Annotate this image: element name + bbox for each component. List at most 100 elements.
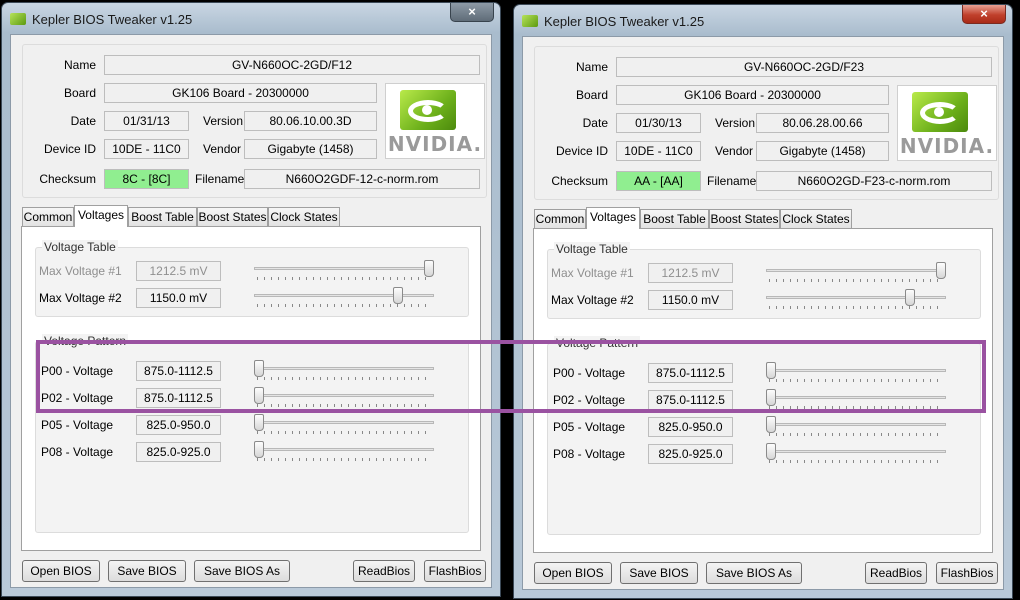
device-id-field: 10DE - 11C0 (104, 139, 189, 159)
voltage-pattern-title: Voltage Pattern (554, 336, 641, 350)
open-bios-button[interactable]: Open BIOS (534, 562, 612, 584)
save-bios-button[interactable]: Save BIOS (620, 562, 698, 584)
board-label: Board (63, 86, 96, 100)
p08-voltage-field[interactable]: 825.0-925.0 (136, 442, 221, 462)
p00-voltage-field[interactable]: 875.0-1112.5 (648, 363, 733, 383)
tab-boost-table[interactable]: Boost Table (640, 209, 709, 228)
checksum-field: 8C - [8C] (104, 169, 189, 189)
slider-thumb[interactable] (766, 443, 776, 460)
tab-boost-states[interactable]: Boost States (197, 207, 268, 226)
p05-voltage-field[interactable]: 825.0-950.0 (136, 415, 221, 435)
p05-voltage-field[interactable]: 825.0-950.0 (648, 417, 733, 437)
nvidia-eye-icon (912, 92, 968, 132)
slider-thumb[interactable] (766, 389, 776, 406)
filename-label: Filename (195, 172, 245, 186)
slider-thumb[interactable] (424, 260, 434, 277)
vendor-label: Vendor (715, 144, 754, 158)
version-label: Version (203, 114, 244, 128)
device-id-label: Device ID (555, 144, 608, 158)
tab-clock-states[interactable]: Clock States (780, 209, 852, 228)
max-voltage-2-label: Max Voltage #2 (39, 291, 122, 305)
max-voltage-1-label: Max Voltage #1 (551, 266, 634, 280)
slider-thumb[interactable] (393, 287, 404, 304)
p05-voltage-slider[interactable] (254, 414, 434, 438)
p05-voltage-slider[interactable] (766, 416, 946, 440)
open-bios-button[interactable]: Open BIOS (22, 560, 100, 582)
p00-voltage-slider[interactable] (766, 362, 946, 386)
p08-voltage-slider[interactable] (254, 441, 434, 465)
slider-thumb[interactable] (905, 289, 916, 306)
voltage-table-group: Voltage Table Max Voltage #1 1212.5 mV M… (35, 240, 469, 317)
window-client: Name GV-N660OC-2GD/F23 Board GK106 Board… (522, 36, 1004, 590)
max-voltage-1-slider[interactable] (766, 262, 946, 286)
max-voltage-1-slider[interactable] (254, 260, 434, 284)
flash-bios-button[interactable]: FlashBios (424, 560, 486, 582)
tab-boost-table[interactable]: Boost Table (128, 207, 197, 226)
read-bios-button[interactable]: ReadBios (865, 562, 927, 584)
filename-field: N660O2GDF-12-c-norm.rom (244, 169, 480, 189)
p02-voltage-label: P02 - Voltage (41, 391, 114, 405)
max-voltage-2-slider[interactable] (254, 287, 434, 311)
max-voltage-2-slider[interactable] (766, 289, 946, 313)
p00-voltage-slider[interactable] (254, 360, 434, 384)
nvidia-logo-text: NVIDIA. (899, 134, 995, 158)
flash-bios-button[interactable]: FlashBios (936, 562, 998, 584)
slider-thumb[interactable] (254, 387, 264, 404)
slider-thumb[interactable] (766, 416, 776, 433)
close-button[interactable]: × (962, 5, 1006, 24)
voltages-panel: Voltage Table Max Voltage #1 1212.5 mV M… (533, 228, 993, 553)
board-field: GK106 Board - 20300000 (616, 85, 889, 105)
p08-voltage-label: P08 - Voltage (41, 445, 114, 459)
slider-thumb[interactable] (254, 414, 264, 431)
tab-clock-states[interactable]: Clock States (268, 207, 340, 226)
date-field: 01/31/13 (104, 111, 189, 131)
tab-common[interactable]: Common (22, 207, 74, 226)
voltage-table-title: Voltage Table (554, 242, 630, 256)
filename-label: Filename (707, 174, 757, 188)
max-voltage-2-field[interactable]: 1150.0 mV (648, 290, 733, 310)
p00-voltage-field[interactable]: 875.0-1112.5 (136, 361, 221, 381)
p08-voltage-label: P08 - Voltage (553, 447, 626, 461)
slider-thumb[interactable] (254, 441, 264, 458)
bios-info-group: Name GV-N660OC-2GD/F23 Board GK106 Board… (534, 46, 999, 200)
p05-voltage-label: P05 - Voltage (553, 420, 626, 434)
title-bar[interactable]: Kepler BIOS Tweaker v1.25 × (514, 5, 1012, 37)
max-voltage-2-label: Max Voltage #2 (551, 293, 634, 307)
p02-voltage-field[interactable]: 875.0-1112.5 (648, 390, 733, 410)
slider-thumb[interactable] (254, 360, 264, 377)
checksum-label: Checksum (39, 172, 96, 186)
save-bios-button[interactable]: Save BIOS (108, 560, 186, 582)
read-bios-button[interactable]: ReadBios (353, 560, 415, 582)
tab-voltages[interactable]: Voltages (74, 205, 128, 227)
p02-voltage-field[interactable]: 875.0-1112.5 (136, 388, 221, 408)
slider-thumb[interactable] (766, 362, 776, 379)
max-voltage-1-field: 1212.5 mV (136, 261, 221, 281)
window-left: Kepler BIOS Tweaker v1.25 × Name GV-N660… (1, 2, 501, 597)
save-bios-as-button[interactable]: Save BIOS As (706, 562, 802, 584)
max-voltage-1-label: Max Voltage #1 (39, 264, 122, 278)
filename-field: N660O2GD-F23-c-norm.rom (756, 171, 992, 191)
date-label: Date (582, 116, 608, 130)
name-field: GV-N660OC-2GD/F12 (104, 55, 480, 75)
nvidia-logo-text: NVIDIA. (387, 132, 483, 156)
voltage-pattern-group: Voltage Pattern P00 - Voltage 875.0-1112… (547, 336, 981, 535)
date-label: Date (70, 114, 96, 128)
version-field: 80.06.28.00.66 (756, 113, 889, 133)
tab-boost-states[interactable]: Boost States (709, 209, 780, 228)
p08-voltage-slider[interactable] (766, 443, 946, 467)
max-voltage-2-field[interactable]: 1150.0 mV (136, 288, 221, 308)
checksum-field: AA - [AA] (616, 171, 701, 191)
tab-common[interactable]: Common (534, 209, 586, 228)
p02-voltage-slider[interactable] (766, 389, 946, 413)
p02-voltage-slider[interactable] (254, 387, 434, 411)
p08-voltage-field[interactable]: 825.0-925.0 (648, 444, 733, 464)
title-bar[interactable]: Kepler BIOS Tweaker v1.25 × (2, 3, 500, 35)
voltage-pattern-group: Voltage Pattern P00 - Voltage 875.0-1112… (35, 334, 469, 533)
tab-voltages[interactable]: Voltages (586, 207, 640, 229)
save-bios-as-button[interactable]: Save BIOS As (194, 560, 290, 582)
vendor-field: Gigabyte (1458) (756, 141, 889, 161)
close-button[interactable]: × (450, 3, 494, 22)
version-label: Version (715, 116, 756, 130)
slider-thumb[interactable] (936, 262, 946, 279)
checksum-label: Checksum (551, 174, 608, 188)
